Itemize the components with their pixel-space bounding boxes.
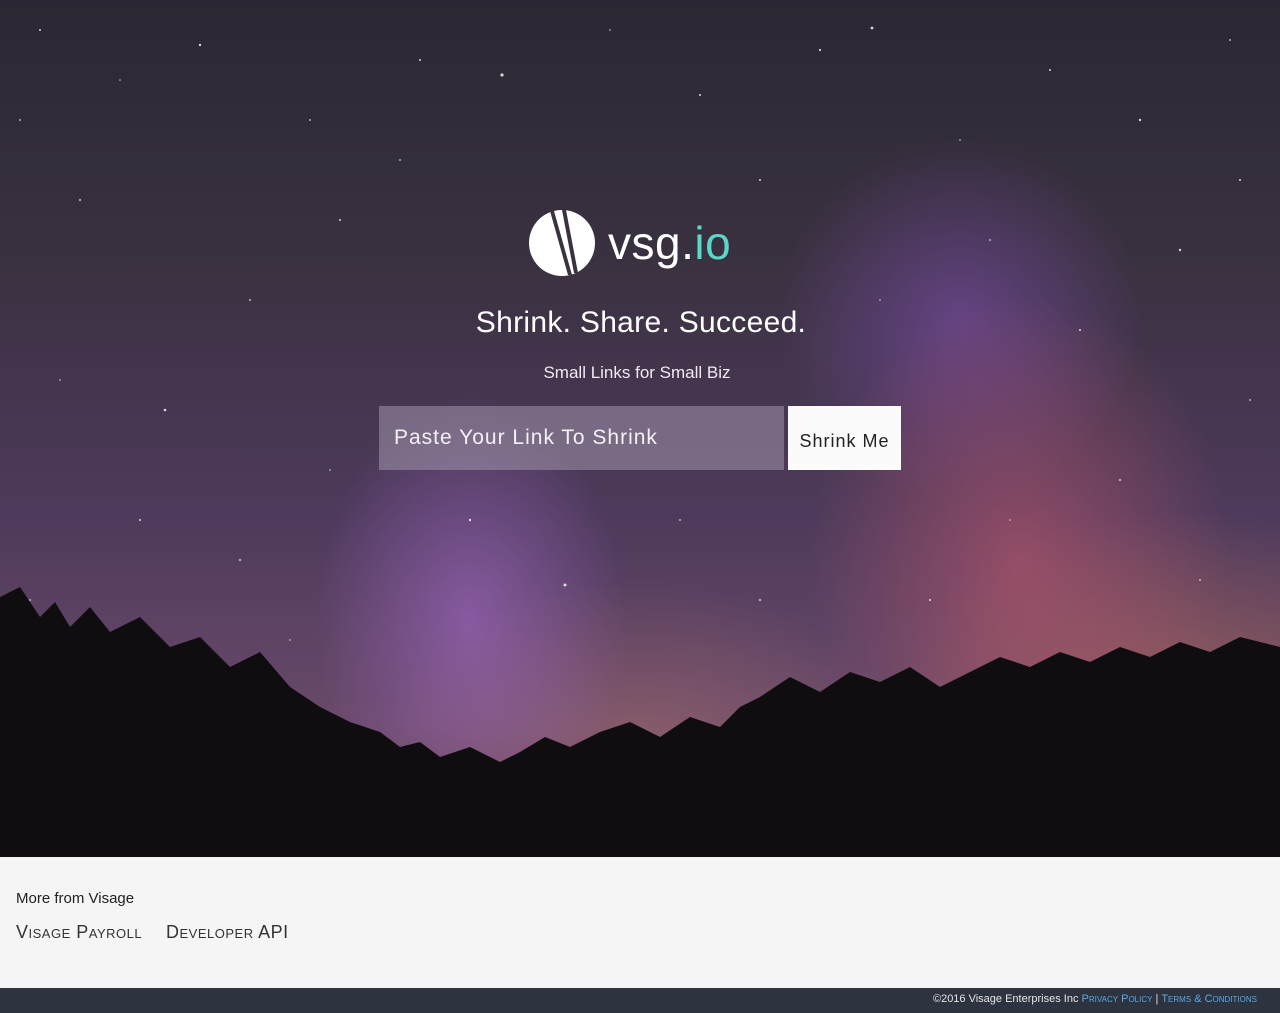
privacy-policy-link[interactable]: Privacy Policy [1082,993,1153,1005]
footer-content: ©2016 Visage Enterprises Inc Privacy Pol… [933,993,1257,1005]
visage-payroll-link[interactable]: Visage Payroll [16,922,142,943]
section-title: More from Visage [16,890,135,907]
brand-logo[interactable]: vsg.io [528,208,752,278]
footer-separator: | [1155,993,1159,1005]
brand-name: vsg. [608,217,695,269]
terms-link[interactable]: Terms & Conditions [1161,993,1257,1005]
more-from-visage-section: More from Visage Visage Payroll Develope… [0,857,1280,988]
copyright: ©2016 Visage Enterprises Inc [932,993,1079,1005]
treeline-silhouette [0,587,1280,857]
link-input[interactable] [379,406,784,470]
brand-wordmark: vsg.io [608,220,731,266]
hero-background: vsg.io Shrink. Share. Succeed. Small Lin… [0,0,1280,857]
subtitle: Small Links for Small Biz [543,363,731,382]
page-title: Shrink. Share. Succeed. [475,306,807,339]
footer: ©2016 Visage Enterprises Inc Privacy Pol… [0,988,1280,1013]
visage-logo-icon [529,210,595,276]
brand-tld: io [694,217,732,269]
shrink-button[interactable]: Shrink Me [788,406,901,470]
developer-api-link[interactable]: Developer API [166,922,289,943]
